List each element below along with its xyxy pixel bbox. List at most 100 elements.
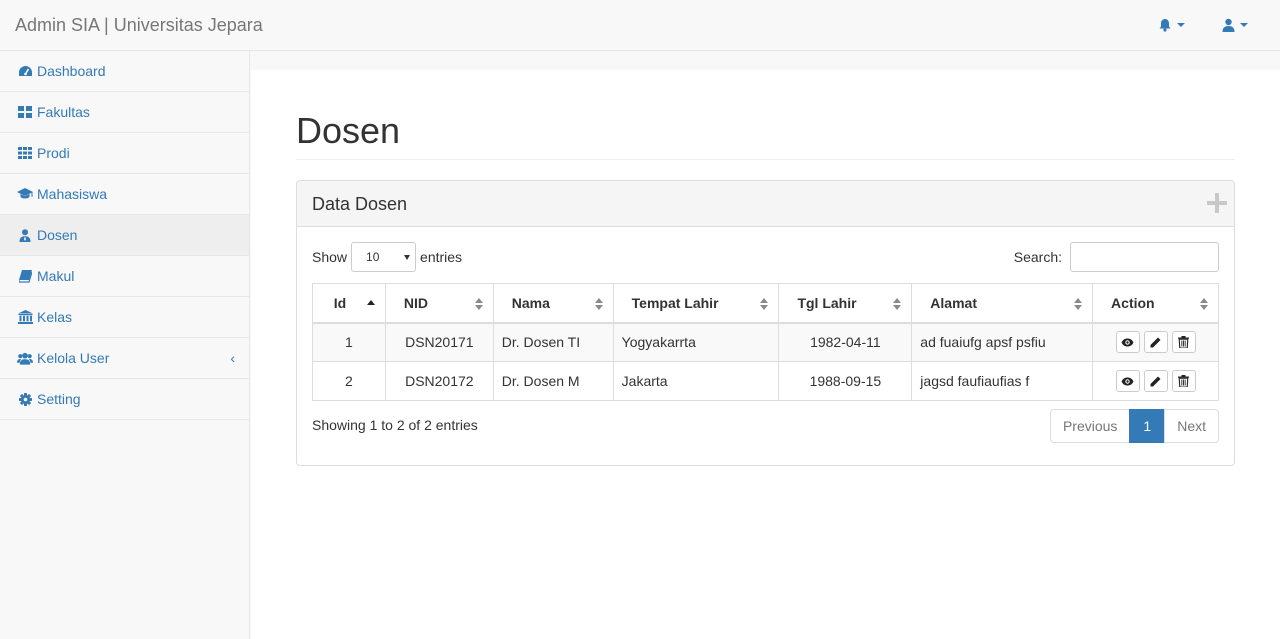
page-wrapper: Dosen Data Dosen Show 10 entries Search:… — [251, 70, 1280, 639]
sidebar-item-label: Setting — [37, 391, 81, 407]
th-icon — [17, 146, 33, 160]
page-title: Dosen — [296, 110, 401, 151]
sidebar-item-label: Mahasiswa — [37, 186, 108, 202]
cell-nid: DSN20171 — [384, 322, 494, 362]
table-row: 2 DSN20172 Dr. Dosen M Jakarta 1988-09-1… — [312, 361, 1219, 401]
cell-actions — [1092, 322, 1219, 362]
user-icon — [1222, 18, 1235, 32]
eye-icon — [1121, 338, 1134, 347]
gear-icon — [17, 392, 33, 406]
column-header-nid[interactable]: NID — [384, 283, 494, 324]
sort-asc-icon — [366, 298, 375, 310]
trash-icon — [1178, 375, 1190, 387]
panel-heading: Data Dosen — [297, 181, 1234, 227]
table-row: 1 DSN20171 Dr. Dosen TI Yogyakarrta 1982… — [312, 322, 1219, 362]
sidebar-item-kelola-user[interactable]: Kelola User ‹ — [0, 338, 249, 379]
plus-icon[interactable] — [1207, 193, 1227, 213]
sidebar-item-dashboard[interactable]: Dashboard — [0, 51, 249, 92]
delete-button[interactable] — [1171, 331, 1196, 354]
column-header-tempat-lahir[interactable]: Tempat Lahir — [612, 283, 780, 324]
sort-icon — [594, 298, 603, 310]
sidebar-item-prodi[interactable]: Prodi — [0, 133, 249, 174]
search-input[interactable] — [1070, 242, 1219, 272]
cell-tempat-lahir: Yogyakarrta — [612, 322, 780, 362]
sidebar-item-label: Dosen — [37, 227, 78, 243]
dosen-table: Id NID Nama Tempat Lahir Tgl Lahir Alama… — [312, 283, 1219, 401]
eye-icon — [1121, 377, 1134, 385]
cell-actions — [1092, 361, 1219, 401]
cell-nama: Dr. Dosen TI — [492, 322, 614, 362]
top-navbar: Admin SIA | Universitas Jepara — [0, 0, 1280, 51]
cell-alamat: ad fuaiufg apsf psfiu — [911, 322, 1094, 362]
sidebar-item-label: Dashboard — [37, 63, 106, 79]
delete-button[interactable] — [1171, 370, 1196, 392]
search-control: Search: — [1014, 242, 1219, 272]
sort-icon — [893, 298, 902, 310]
pencil-icon — [1150, 337, 1161, 348]
chevron-left-icon: ‹ — [230, 350, 235, 366]
notifications-dropdown[interactable] — [1158, 16, 1185, 34]
sidebar-item-kelas[interactable]: Kelas — [0, 297, 249, 338]
sidebar-item-label: Prodi — [37, 145, 70, 161]
trash-icon — [1178, 336, 1190, 349]
app-brand[interactable]: Admin SIA | Universitas Jepara — [15, 14, 263, 36]
sidebar: Dashboard Fakultas Prodi Mahasiswa Dosen… — [0, 51, 250, 639]
edit-button[interactable] — [1143, 331, 1168, 354]
chevron-down-icon — [1240, 23, 1248, 27]
column-header-id[interactable]: Id — [312, 283, 386, 324]
sort-icon — [760, 298, 769, 310]
sidebar-item-label: Makul — [37, 268, 75, 284]
cell-tgl-lahir: 1988-09-15 — [778, 361, 913, 401]
th-large-icon — [17, 105, 33, 119]
page-length-control: Show 10 entries — [312, 242, 462, 272]
column-header-action[interactable]: Action — [1092, 283, 1219, 324]
panel-title: Data Dosen — [312, 194, 408, 214]
sort-icon — [1074, 298, 1083, 310]
pencil-icon — [1150, 376, 1161, 386]
sidebar-item-label: Kelas — [37, 309, 73, 325]
next-page-button[interactable]: Next — [1164, 409, 1219, 443]
sidebar-item-fakultas[interactable]: Fakultas — [0, 92, 249, 133]
users-icon — [17, 351, 33, 365]
page-button-current[interactable]: 1 — [1129, 409, 1166, 443]
previous-page-button[interactable]: Previous — [1049, 409, 1131, 443]
sidebar-item-dosen[interactable]: Dosen — [0, 215, 249, 256]
table-header-row: Id NID Nama Tempat Lahir Tgl Lahir Alama… — [312, 283, 1219, 324]
sidebar-item-setting[interactable]: Setting — [0, 379, 249, 420]
page-length-select[interactable]: 10 — [351, 242, 417, 272]
cell-id: 1 — [312, 322, 386, 362]
sidebar-item-label: Kelola User — [37, 350, 110, 366]
user-dropdown[interactable] — [1222, 16, 1248, 34]
edit-button[interactable] — [1143, 370, 1168, 392]
pagination: Previous 1 Next — [1049, 409, 1219, 443]
column-header-alamat[interactable]: Alamat — [911, 283, 1094, 324]
view-button[interactable] — [1115, 331, 1140, 354]
show-label: Show — [312, 249, 348, 265]
view-button[interactable] — [1115, 370, 1140, 392]
search-label: Search: — [1013, 249, 1062, 265]
cell-id: 2 — [312, 361, 386, 401]
cell-tempat-lahir: Jakarta — [612, 361, 780, 401]
cell-nama: Dr. Dosen M — [492, 361, 614, 401]
page-length-value: 10 — [366, 250, 380, 264]
cell-tgl-lahir: 1982-04-11 — [778, 322, 913, 362]
column-header-tgl-lahir[interactable]: Tgl Lahir — [778, 283, 913, 324]
sidebar-item-mahasiswa[interactable]: Mahasiswa — [0, 174, 249, 215]
data-panel: Data Dosen Show 10 entries Search: Id NI… — [296, 180, 1235, 466]
cell-nid: DSN20172 — [384, 361, 494, 401]
graduation-cap-icon — [17, 187, 33, 201]
institution-icon — [17, 310, 33, 324]
entries-label: entries — [420, 249, 463, 265]
chevron-down-icon — [404, 255, 411, 260]
column-header-nama[interactable]: Nama — [492, 283, 614, 324]
cell-alamat: jagsd faufiaufias f — [911, 361, 1094, 401]
dashboard-icon — [17, 64, 33, 78]
sort-icon — [1200, 298, 1208, 310]
sidebar-item-makul[interactable]: Makul — [0, 256, 249, 297]
book-icon — [17, 269, 33, 283]
sidebar-item-label: Fakultas — [37, 104, 90, 120]
sort-icon — [474, 298, 483, 310]
bell-icon — [1159, 19, 1171, 32]
divider — [296, 159, 1235, 160]
table-info: Showing 1 to 2 of 2 entries — [312, 417, 478, 433]
